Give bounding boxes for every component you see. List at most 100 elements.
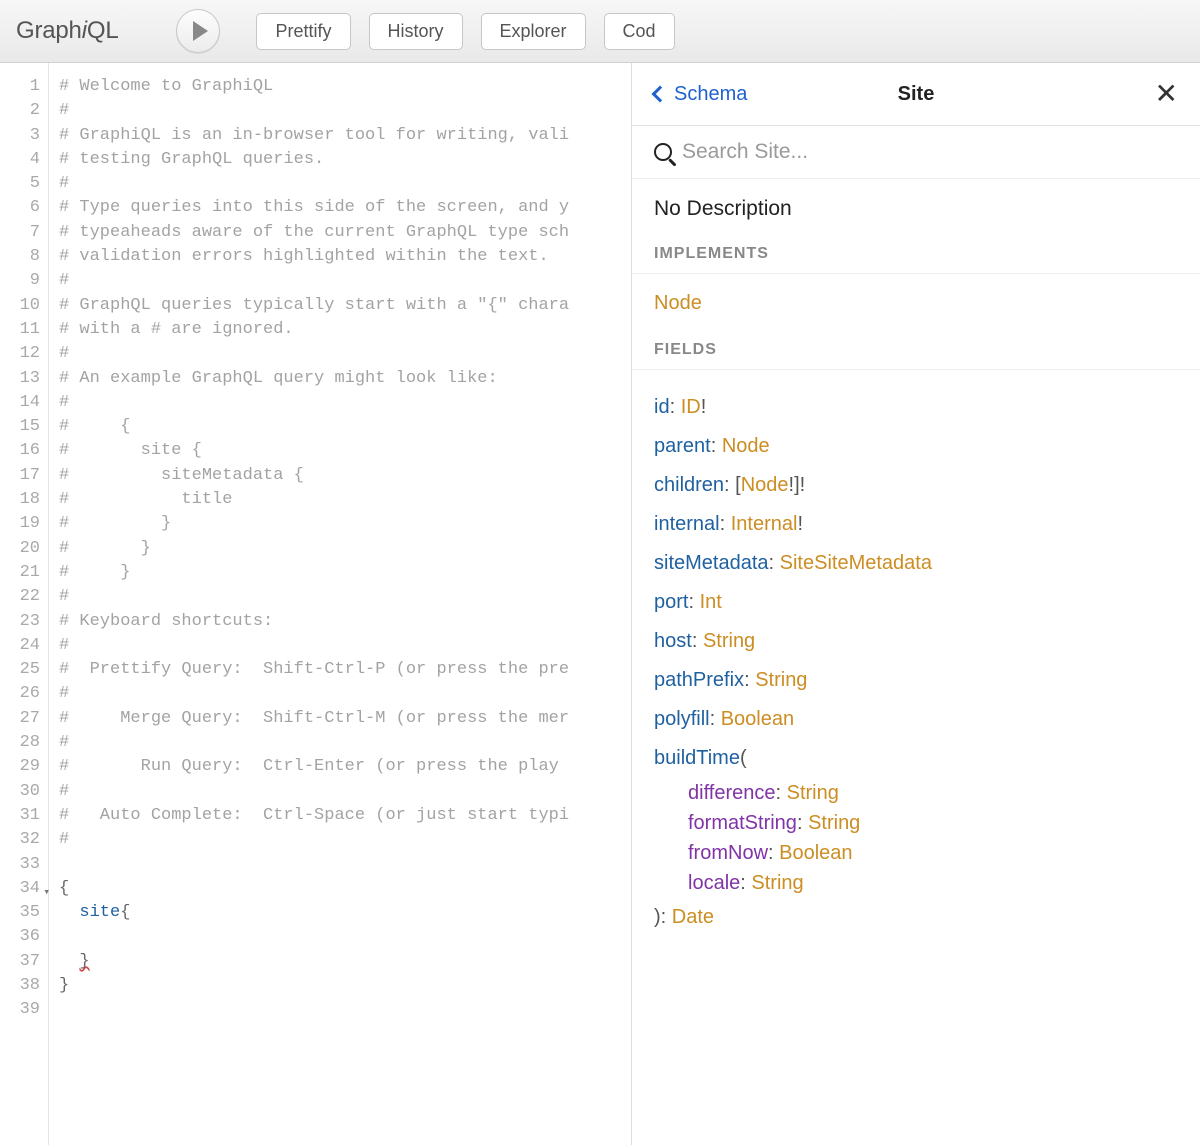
line-number: 11 (0, 318, 48, 342)
code-line[interactable]: # Prettify Query: Shift-Ctrl-P (or press… (59, 658, 631, 682)
field-name[interactable]: buildTime (654, 747, 740, 769)
code-line[interactable]: { (59, 877, 631, 901)
code-line[interactable]: # testing GraphQL queries. (59, 148, 631, 172)
field-name[interactable]: host (654, 630, 692, 652)
code-line[interactable]: # (59, 780, 631, 804)
code-line[interactable]: # title (59, 488, 631, 512)
code-line[interactable]: # typeaheads aware of the current GraphQ… (59, 221, 631, 245)
line-number: 27 (0, 707, 48, 731)
main-area: 1234567891011121314151617181920212223242… (0, 63, 1200, 1145)
code-exporter-button[interactable]: Cod (604, 13, 675, 50)
chevron-left-icon (652, 86, 669, 103)
arg-name[interactable]: locale (688, 872, 740, 894)
field-row: host: String (654, 622, 1178, 661)
line-number: 4 (0, 148, 48, 172)
field-type[interactable]: Int (700, 591, 722, 613)
prettify-button[interactable]: Prettify (256, 13, 350, 50)
code-line[interactable]: # (59, 269, 631, 293)
code-line[interactable]: # Auto Complete: Ctrl-Space (or just sta… (59, 804, 631, 828)
line-number: 35 (0, 901, 48, 925)
docs-search-input[interactable] (682, 140, 1178, 164)
line-number: 32 (0, 828, 48, 852)
code-line[interactable]: # with a # are ignored. (59, 318, 631, 342)
line-number: 38 (0, 974, 48, 998)
field-type[interactable]: Boolean (721, 708, 794, 730)
code-line[interactable]: # (59, 172, 631, 196)
line-number: 16 (0, 439, 48, 463)
field-name[interactable]: parent (654, 435, 711, 457)
field-name[interactable]: children (654, 474, 724, 496)
line-number: 5 (0, 172, 48, 196)
arg-type[interactable]: Boolean (779, 842, 852, 864)
arg-type[interactable]: String (787, 782, 839, 804)
code-line[interactable]: } (59, 950, 631, 974)
arg-name[interactable]: difference (688, 782, 775, 804)
code-line[interactable]: # siteMetadata { (59, 464, 631, 488)
code-line[interactable] (59, 998, 631, 1022)
field-type[interactable]: SiteSiteMetadata (780, 552, 932, 574)
code-line[interactable]: # (59, 99, 631, 123)
code-body[interactable]: # Welcome to GraphiQL## GraphiQL is an i… (49, 63, 631, 1145)
field-name[interactable]: polyfill (654, 708, 710, 730)
code-line[interactable]: # An example GraphQL query might look li… (59, 367, 631, 391)
code-line[interactable]: # } (59, 561, 631, 585)
code-line[interactable]: # (59, 585, 631, 609)
code-line[interactable]: # } (59, 537, 631, 561)
field-type[interactable]: String (755, 669, 807, 691)
code-line[interactable]: site{ (59, 901, 631, 925)
field-type[interactable]: Node (741, 474, 789, 496)
code-line[interactable]: # validation errors highlighted within t… (59, 245, 631, 269)
field-name[interactable]: port (654, 591, 688, 613)
field-type[interactable]: Date (672, 906, 714, 928)
arg-type[interactable]: String (751, 872, 803, 894)
arg-type[interactable]: String (808, 812, 860, 834)
code-line[interactable] (59, 925, 631, 949)
play-button[interactable] (176, 9, 220, 53)
field-type[interactable]: Node (722, 435, 770, 457)
line-number: 31 (0, 804, 48, 828)
code-line[interactable]: # (59, 682, 631, 706)
arg-name[interactable]: formatString (688, 812, 797, 834)
implements-header: IMPLEMENTS (632, 245, 1200, 274)
field-name[interactable]: id (654, 396, 670, 418)
code-line[interactable]: # { (59, 415, 631, 439)
implements-type[interactable]: Node (654, 292, 1178, 315)
code-line[interactable]: # (59, 731, 631, 755)
line-number: 39 (0, 998, 48, 1022)
field-name[interactable]: internal (654, 513, 720, 535)
line-number: 2 (0, 99, 48, 123)
code-line[interactable]: # GraphiQL is an in-browser tool for wri… (59, 124, 631, 148)
topbar: GraphiQL Prettify History Explorer Cod (0, 0, 1200, 63)
code-line[interactable]: # (59, 634, 631, 658)
query-editor[interactable]: 1234567891011121314151617181920212223242… (0, 63, 632, 1145)
code-line[interactable]: # } (59, 512, 631, 536)
code-line[interactable] (59, 853, 631, 877)
code-line[interactable]: # Welcome to GraphiQL (59, 75, 631, 99)
code-line[interactable]: # Run Query: Ctrl-Enter (or press the pl… (59, 755, 631, 779)
code-line[interactable]: # (59, 391, 631, 415)
field-name[interactable]: pathPrefix (654, 669, 744, 691)
code-line[interactable]: # Keyboard shortcuts: (59, 610, 631, 634)
field-row: pathPrefix: String (654, 661, 1178, 700)
code-line[interactable]: # Type queries into this side of the scr… (59, 196, 631, 220)
code-line[interactable]: # GraphQL queries typically start with a… (59, 294, 631, 318)
explorer-button[interactable]: Explorer (481, 13, 586, 50)
docs-close-button[interactable]: ✕ (1155, 80, 1178, 108)
field-name[interactable]: siteMetadata (654, 552, 769, 574)
arg-name[interactable]: fromNow (688, 842, 768, 864)
history-button[interactable]: History (369, 13, 463, 50)
field-type[interactable]: String (703, 630, 755, 652)
docs-back-button[interactable]: Schema (654, 83, 747, 106)
line-number: 6 (0, 196, 48, 220)
code-line[interactable]: } (59, 974, 631, 998)
code-line[interactable]: # Merge Query: Shift-Ctrl-M (or press th… (59, 707, 631, 731)
line-number: 7 (0, 221, 48, 245)
code-line[interactable]: # (59, 828, 631, 852)
code-line[interactable]: # (59, 342, 631, 366)
code-line[interactable]: # site { (59, 439, 631, 463)
field-row: children: [Node!]! (654, 466, 1178, 505)
field-type[interactable]: Internal (731, 513, 798, 535)
line-number: 9 (0, 269, 48, 293)
field-type[interactable]: ID (681, 396, 701, 418)
line-number: 25 (0, 658, 48, 682)
